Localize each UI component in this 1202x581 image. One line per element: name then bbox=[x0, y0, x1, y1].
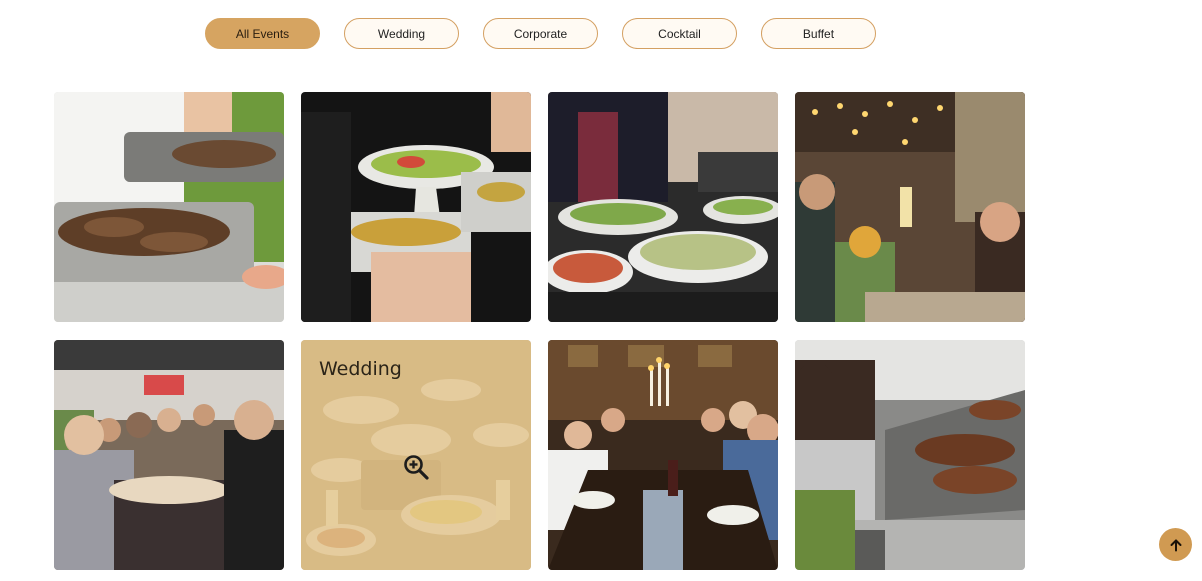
outdoor-dinner-photo bbox=[54, 340, 284, 570]
candlelit-dinner-photo bbox=[548, 340, 778, 570]
bbq-grill-photo bbox=[795, 340, 1025, 570]
overlay-category-title: Wedding bbox=[319, 358, 402, 380]
filter-corporate[interactable]: Corporate bbox=[483, 18, 598, 49]
reception-toast-photo bbox=[795, 92, 1025, 322]
gallery-item-bbq-grill[interactable] bbox=[795, 340, 1025, 570]
gallery-item-reception-toast[interactable] bbox=[795, 92, 1025, 322]
event-filter-bar: All Events Wedding Corporate Cocktail Bu… bbox=[205, 18, 876, 49]
arrow-up-icon bbox=[1170, 539, 1181, 551]
gallery-item-outdoor-dinner[interactable] bbox=[54, 340, 284, 570]
salad-platters-photo bbox=[548, 92, 778, 322]
event-gallery-grid: Wedding bbox=[54, 92, 1025, 570]
grilled-meat-photo bbox=[54, 92, 284, 322]
gallery-item-salad-buffet[interactable] bbox=[301, 92, 531, 322]
gallery-page: All Events Wedding Corporate Cocktail Bu… bbox=[0, 0, 1202, 581]
back-to-top-button[interactable] bbox=[1159, 528, 1192, 561]
gallery-item-grilled-meat[interactable] bbox=[54, 92, 284, 322]
gallery-item-candlelit-dinner[interactable] bbox=[548, 340, 778, 570]
filter-all-events[interactable]: All Events bbox=[205, 18, 320, 49]
salad-buffet-photo bbox=[301, 92, 531, 322]
gallery-item-salad-platters[interactable] bbox=[548, 92, 778, 322]
filter-wedding[interactable]: Wedding bbox=[344, 18, 459, 49]
gallery-item-wedding-table[interactable]: Wedding bbox=[301, 340, 531, 570]
filter-cocktail[interactable]: Cocktail bbox=[622, 18, 737, 49]
filter-buffet[interactable]: Buffet bbox=[761, 18, 876, 49]
zoom-in-icon[interactable] bbox=[403, 454, 429, 480]
